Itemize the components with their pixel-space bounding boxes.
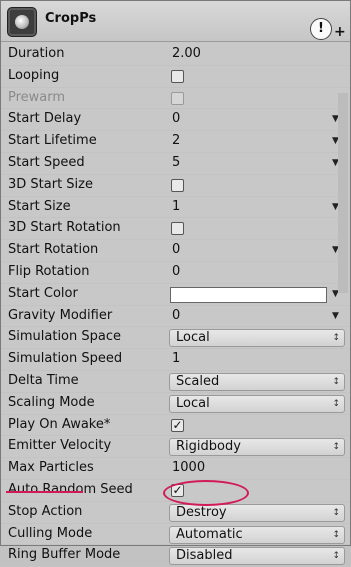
property-row: Simulation Space Local ↕	[1, 327, 350, 350]
annotation-circle	[163, 480, 249, 506]
particle-system-icon	[7, 7, 37, 37]
plus-icon[interactable]: +	[334, 25, 346, 39]
property-row: Looping	[1, 66, 350, 88]
scrollbar[interactable]	[338, 93, 348, 293]
dropdown-select[interactable]: Scaled ↕	[169, 372, 345, 391]
property-row: Start Speed 5 ▼	[1, 153, 350, 175]
chevron-updown-icon: ↕	[332, 551, 340, 562]
curve-mode-dropdown-icon[interactable]: ▼	[332, 306, 339, 327]
property-row: Scaling Mode Local ↕	[1, 393, 350, 415]
dropdown-value: Scaled	[176, 373, 220, 389]
checkbox	[171, 91, 184, 105]
property-row: Start Lifetime 2 ▼	[1, 131, 350, 153]
property-row: Duration 2.00	[1, 44, 350, 66]
value-field[interactable]: 0	[172, 240, 180, 261]
value-field[interactable]: 2.00	[172, 44, 201, 65]
checkbox[interactable]	[171, 178, 184, 192]
value-field[interactable]: 0	[172, 262, 180, 283]
property-label: 3D Start Size	[8, 176, 93, 192]
property-row: 3D Start Rotation	[1, 218, 350, 241]
dropdown-select[interactable]: Local ↕	[169, 329, 345, 348]
checkbox[interactable]: ✓	[171, 418, 184, 432]
property-label: Start Rotation	[8, 242, 99, 258]
property-label: Culling Mode	[8, 525, 93, 541]
property-label: Emitter Velocity	[8, 438, 112, 454]
property-row: 3D Start Size	[1, 175, 350, 197]
dropdown-value: Automatic	[176, 526, 243, 542]
color-swatch[interactable]	[170, 286, 327, 303]
warning-icon[interactable]: !	[310, 18, 332, 40]
property-row: Stop Action Destroy ↕	[1, 502, 350, 524]
property-label: Stop Action	[8, 503, 83, 519]
property-label: Flip Rotation	[8, 263, 90, 279]
property-row: Start Size 1 ▼	[1, 197, 350, 219]
value-field[interactable]: 1	[172, 349, 180, 370]
property-row: Simulation Speed 1	[1, 349, 350, 371]
property-row: Play On Awake* ✓	[1, 415, 350, 437]
property-label: 3D Start Rotation	[8, 220, 121, 236]
value-field[interactable]: 5	[172, 153, 180, 174]
module-title: CropPs	[45, 11, 97, 26]
property-label: Scaling Mode	[8, 394, 95, 410]
dropdown-value: Local	[176, 330, 210, 346]
value-field[interactable]: 0	[172, 109, 180, 130]
chevron-updown-icon: ↕	[332, 398, 340, 409]
property-label: Prewarm	[8, 89, 66, 105]
property-label: Start Speed	[8, 154, 85, 170]
property-row: Culling Mode Automatic ↕	[1, 524, 350, 546]
dropdown-select[interactable]: Destroy ↕	[169, 503, 345, 522]
property-row: Start Delay 0 ▼	[1, 109, 350, 132]
value-field[interactable]: 1000	[172, 458, 205, 479]
property-row: Flip Rotation 0	[1, 262, 350, 284]
property-label: Start Lifetime	[8, 133, 97, 149]
property-label: Delta Time	[8, 372, 79, 388]
value-field[interactable]: 2	[172, 131, 180, 152]
chevron-updown-icon: ↕	[332, 442, 340, 453]
property-label: Looping	[8, 67, 60, 83]
checkbox[interactable]	[171, 69, 184, 83]
dropdown-select[interactable]: Disabled ↕	[169, 547, 345, 566]
property-label: Start Color	[8, 285, 78, 301]
annotation-underline	[6, 491, 83, 493]
chevron-updown-icon: ↕	[332, 529, 340, 540]
dropdown-select[interactable]: Local ↕	[169, 394, 345, 413]
property-label: Start Size	[8, 198, 71, 214]
property-row: Max Particles 1000	[1, 458, 350, 480]
module-header[interactable]: CropPs ! +	[1, 1, 350, 42]
dropdown-select[interactable]: Rigidbody ↕	[169, 438, 345, 457]
property-label: Start Delay	[8, 111, 82, 127]
property-row: Start Color ▼	[1, 284, 350, 306]
chevron-updown-icon: ↕	[332, 333, 340, 344]
property-label: Simulation Speed	[8, 351, 123, 367]
property-label: Ring Buffer Mode	[8, 547, 121, 563]
property-row: Gravity Modifier 0 ▼	[1, 306, 350, 328]
property-label: Play On Awake*	[8, 416, 111, 432]
value-field[interactable]: 0	[172, 306, 180, 327]
property-label: Max Particles	[8, 460, 94, 476]
property-row: Delta Time Scaled ↕	[1, 371, 350, 393]
dropdown-value: Rigidbody	[176, 439, 241, 455]
chevron-updown-icon: ↕	[332, 507, 340, 518]
property-label: Simulation Space	[8, 329, 121, 345]
chevron-updown-icon: ↕	[332, 376, 340, 387]
dropdown-value: Destroy	[176, 504, 227, 520]
property-row: Emitter Velocity Rigidbody ↕	[1, 436, 350, 459]
property-label: Duration	[8, 46, 65, 61]
inspector-panel: CropPs ! + Duration 2.00 Looping Prewarm Sta…	[0, 0, 351, 567]
value-field[interactable]: 1	[172, 197, 180, 218]
property-row: Prewarm	[1, 88, 350, 110]
property-label: Gravity Modifier	[8, 307, 113, 323]
property-row: Ring Buffer Mode Disabled ↕	[1, 545, 350, 567]
property-row: Start Rotation 0 ▼	[1, 240, 350, 262]
dropdown-value: Disabled	[176, 548, 233, 564]
checkbox[interactable]	[171, 222, 184, 236]
dropdown-select[interactable]: Automatic ↕	[169, 525, 345, 544]
dropdown-value: Local	[176, 395, 210, 411]
